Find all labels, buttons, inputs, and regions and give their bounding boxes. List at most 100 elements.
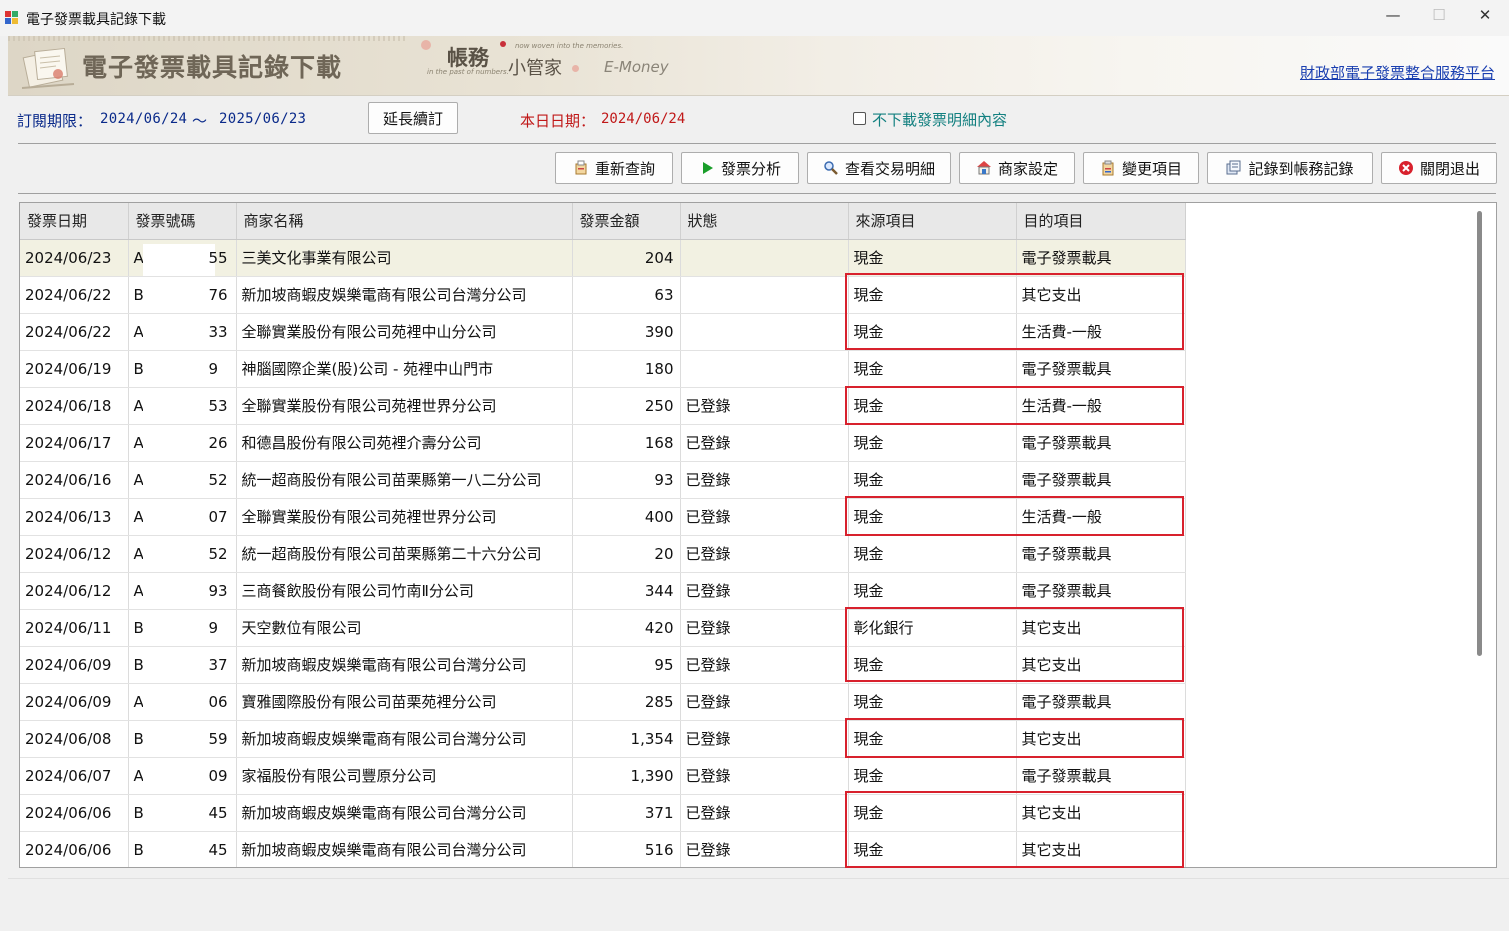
cell-date[interactable]: 2024/06/09: [20, 646, 129, 684]
cell-amount[interactable]: 63: [572, 276, 681, 314]
column-header-date[interactable]: 發票日期: [20, 203, 129, 240]
cell-amount[interactable]: 1,390: [572, 757, 681, 795]
cell-merchant[interactable]: 新加坡商蝦皮娛樂電商有限公司台灣分公司: [236, 794, 573, 832]
cell-amount[interactable]: 344: [572, 572, 681, 610]
cell-target[interactable]: 電子發票載具: [1016, 239, 1186, 277]
cell-merchant[interactable]: 統一超商股份有限公司苗栗縣第二十六分公司: [236, 535, 573, 573]
cell-merchant[interactable]: 新加坡商蝦皮娛樂電商有限公司台灣分公司: [236, 831, 573, 867]
cell-target[interactable]: 電子發票載具: [1016, 461, 1186, 499]
cell-source[interactable]: 現金: [848, 535, 1017, 573]
cell-status[interactable]: [680, 276, 849, 314]
cell-date[interactable]: 2024/06/23: [20, 239, 129, 277]
maximize-button[interactable]: ☐: [1416, 0, 1462, 32]
cell-target[interactable]: 電子發票載具: [1016, 424, 1186, 462]
cell-target[interactable]: 電子發票載具: [1016, 757, 1186, 795]
cell-status[interactable]: 已登錄: [680, 683, 849, 721]
view-details-button[interactable]: 查看交易明細: [807, 152, 951, 184]
cell-amount[interactable]: 1,354: [572, 720, 681, 758]
cell-date[interactable]: 2024/06/12: [20, 535, 129, 573]
cell-invoice-no[interactable]: A 93: [128, 572, 237, 610]
cell-date[interactable]: 2024/06/19: [20, 350, 129, 388]
cell-invoice-no[interactable]: A 26: [128, 424, 237, 462]
cell-merchant[interactable]: 全聯實業股份有限公司苑裡世界分公司: [236, 387, 573, 425]
cell-status[interactable]: 已登錄: [680, 572, 849, 610]
vertical-scrollbar[interactable]: [1476, 203, 1482, 867]
cell-date[interactable]: 2024/06/11: [20, 609, 129, 647]
cell-status[interactable]: 已登錄: [680, 535, 849, 573]
cell-amount[interactable]: 93: [572, 461, 681, 499]
cell-target[interactable]: 電子發票載具: [1016, 683, 1186, 721]
cell-merchant[interactable]: 新加坡商蝦皮娛樂電商有限公司台灣分公司: [236, 646, 573, 684]
cell-merchant[interactable]: 和德昌股份有限公司苑裡介壽分公司: [236, 424, 573, 462]
cell-status[interactable]: 已登錄: [680, 646, 849, 684]
close-exit-button[interactable]: 關閉退出: [1381, 152, 1497, 184]
cell-status[interactable]: [680, 350, 849, 388]
cell-source[interactable]: 現金: [848, 757, 1017, 795]
cell-invoice-no[interactable]: B 45: [128, 794, 237, 832]
table-row[interactable]: 2024/06/09 A 06 寶雅國際股份有限公司苗栗苑裡分公司 285 已登錄 現金 電子…: [20, 683, 1186, 721]
cell-date[interactable]: 2024/06/18: [20, 387, 129, 425]
cell-amount[interactable]: 250: [572, 387, 681, 425]
table-row[interactable]: 2024/06/16 A 52 統一超商股份有限公司苗栗縣第一八二分公司 93 已登錄 現金…: [20, 461, 1186, 499]
table-row[interactable]: 2024/06/12 A 52 統一超商股份有限公司苗栗縣第二十六分公司 20 已登錄 現金…: [20, 535, 1186, 573]
cell-merchant[interactable]: 家福股份有限公司豐原分公司: [236, 757, 573, 795]
cell-invoice-no[interactable]: A 09: [128, 757, 237, 795]
cell-status[interactable]: [680, 239, 849, 277]
column-header-amount[interactable]: 發票金額: [572, 203, 681, 240]
table-row[interactable]: 2024/06/19 B 9 神腦國際企業(股)公司 - 苑裡中山門市 180 現金 電子發…: [20, 350, 1186, 388]
table-row[interactable]: 2024/06/12 A 93 三商餐飲股份有限公司竹南Ⅱ分公司 344 已登錄 現金 電子發…: [20, 572, 1186, 610]
cell-invoice-no[interactable]: B 45: [128, 831, 237, 867]
cell-invoice-no[interactable]: B9: [128, 350, 237, 388]
change-item-button[interactable]: 變更項目: [1083, 152, 1199, 184]
cell-amount[interactable]: 20: [572, 535, 681, 573]
column-header-invoice-no[interactable]: 發票號碼: [128, 203, 237, 240]
extend-subscription-button[interactable]: 延長續訂: [368, 102, 458, 134]
cell-date[interactable]: 2024/06/07: [20, 757, 129, 795]
cell-invoice-no[interactable]: A 55: [128, 239, 237, 277]
cell-source[interactable]: 現金: [848, 424, 1017, 462]
cell-target[interactable]: 電子發票載具: [1016, 572, 1186, 610]
cell-source[interactable]: 現金: [848, 350, 1017, 388]
cell-amount[interactable]: 168: [572, 424, 681, 462]
column-header-target[interactable]: 目的項目: [1016, 203, 1186, 240]
cell-date[interactable]: 2024/06/22: [20, 276, 129, 314]
cell-status[interactable]: 已登錄: [680, 720, 849, 758]
cell-date[interactable]: 2024/06/12: [20, 572, 129, 610]
cell-status[interactable]: 已登錄: [680, 461, 849, 499]
analyze-button[interactable]: 發票分析: [681, 152, 799, 184]
cell-amount[interactable]: 516: [572, 831, 681, 867]
cell-status[interactable]: [680, 313, 849, 351]
cell-invoice-no[interactable]: A 33: [128, 313, 237, 351]
cell-source[interactable]: 現金: [848, 239, 1017, 277]
cell-amount[interactable]: 204: [572, 239, 681, 277]
cell-merchant[interactable]: 全聯實業股份有限公司苑裡世界分公司: [236, 498, 573, 536]
cell-date[interactable]: 2024/06/22: [20, 313, 129, 351]
cell-status[interactable]: 已登錄: [680, 424, 849, 462]
cell-source[interactable]: 現金: [848, 683, 1017, 721]
cell-merchant[interactable]: 全聯實業股份有限公司苑裡中山分公司: [236, 313, 573, 351]
no-detail-checkbox[interactable]: [853, 112, 866, 125]
requery-button[interactable]: 重新查詢: [555, 152, 673, 184]
cell-merchant[interactable]: 三商餐飲股份有限公司竹南Ⅱ分公司: [236, 572, 573, 610]
table-row[interactable]: 2024/06/07 A 09 家福股份有限公司豐原分公司 1,390 已登錄 現金 電子發票…: [20, 757, 1186, 795]
cell-amount[interactable]: 400: [572, 498, 681, 536]
column-header-status[interactable]: 狀態: [680, 203, 849, 240]
table-row[interactable]: 2024/06/17 A 26 和德昌股份有限公司苑裡介壽分公司 168 已登錄 現金 電子發…: [20, 424, 1186, 462]
cell-invoice-no[interactable]: A 06: [128, 683, 237, 721]
merchant-settings-button[interactable]: 商家設定: [959, 152, 1075, 184]
cell-merchant[interactable]: 寶雅國際股份有限公司苗栗苑裡分公司: [236, 683, 573, 721]
cell-invoice-no[interactable]: A 52: [128, 461, 237, 499]
cell-merchant[interactable]: 新加坡商蝦皮娛樂電商有限公司台灣分公司: [236, 276, 573, 314]
cell-status[interactable]: 已登錄: [680, 757, 849, 795]
cell-invoice-no[interactable]: B 59: [128, 720, 237, 758]
cell-target[interactable]: 電子發票載具: [1016, 535, 1186, 573]
cell-date[interactable]: 2024/06/13: [20, 498, 129, 536]
minimize-button[interactable]: —: [1370, 0, 1416, 32]
invoice-grid[interactable]: 發票日期 發票號碼 商家名稱 發票金額 狀態 來源項目 目的項目 2024/06…: [19, 202, 1497, 868]
cell-amount[interactable]: 180: [572, 350, 681, 388]
close-window-button[interactable]: ✕: [1462, 0, 1508, 32]
cell-amount[interactable]: 95: [572, 646, 681, 684]
cell-invoice-no[interactable]: A 07: [128, 498, 237, 536]
cell-status[interactable]: 已登錄: [680, 831, 849, 867]
cell-date[interactable]: 2024/06/09: [20, 683, 129, 721]
